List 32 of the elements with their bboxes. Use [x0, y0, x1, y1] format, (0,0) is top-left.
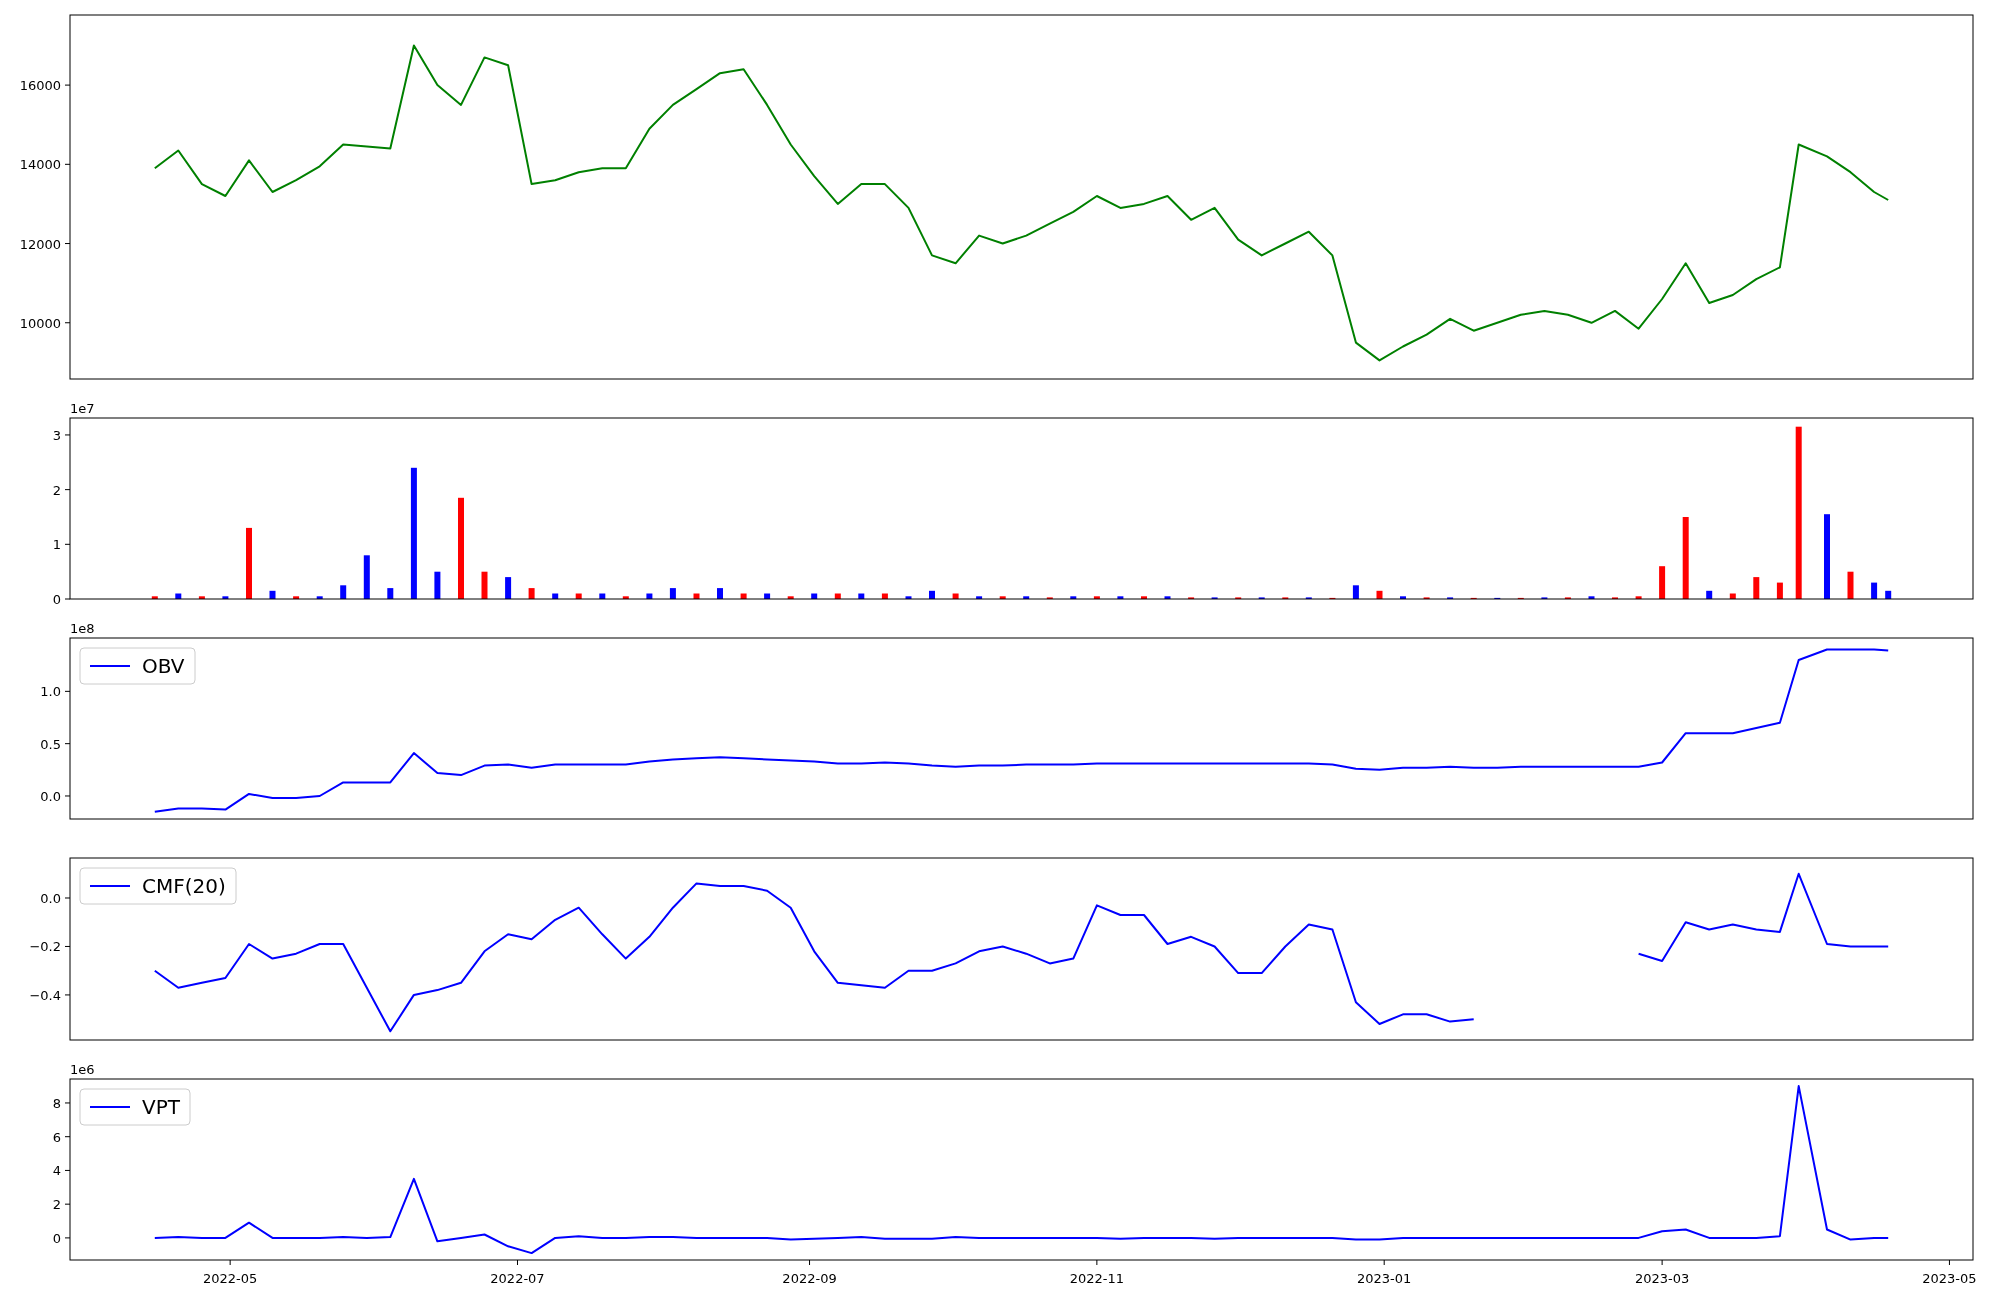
y-tick-label: 8	[52, 1095, 61, 1111]
y-tick-label: −0.4	[29, 987, 61, 1003]
y-tick-label: 10000	[19, 315, 61, 331]
y-tick-label: 0	[52, 592, 61, 607]
legend-label: CMF(20)	[142, 874, 226, 898]
y-tick-label: 14000	[19, 157, 61, 173]
x-tick-label: 2022-09	[782, 1271, 837, 1286]
x-tick-label: 2023-05	[1922, 1271, 1977, 1286]
axis-exponent-label: 1e8	[70, 621, 95, 636]
axis-exponent-label: 1e7	[70, 401, 95, 416]
axis-exponent-label: 1e6	[70, 1062, 95, 1077]
y-tick-label: 16000	[19, 78, 61, 94]
y-tick-label: 0.5	[40, 736, 61, 752]
y-tick-label: 12000	[19, 236, 61, 252]
y-tick-label: 3	[52, 427, 61, 443]
y-tick-label: 1	[52, 537, 61, 553]
legend-label: OBV	[142, 654, 185, 678]
y-tick-label: 0	[52, 1230, 61, 1246]
y-tick-label: −0.2	[29, 939, 61, 955]
y-tick-label: 2	[52, 482, 61, 498]
legend-label: VPT	[142, 1095, 180, 1119]
y-tick-label: 0.0	[40, 891, 61, 906]
y-tick-label: 0.0	[40, 789, 61, 804]
x-tick-label: 2023-03	[1634, 1271, 1690, 1286]
x-tick-label: 2022-05	[203, 1271, 258, 1286]
y-tick-label: 6	[52, 1129, 61, 1145]
x-tick-label: 2022-07	[490, 1271, 545, 1286]
y-tick-label: 4	[52, 1163, 61, 1179]
x-tick-label: 2023-01	[1357, 1271, 1412, 1286]
x-tick-label: 2022-11	[1069, 1271, 1125, 1286]
y-tick-label: 1.0	[40, 684, 61, 700]
y-tick-label: 2	[52, 1197, 61, 1213]
